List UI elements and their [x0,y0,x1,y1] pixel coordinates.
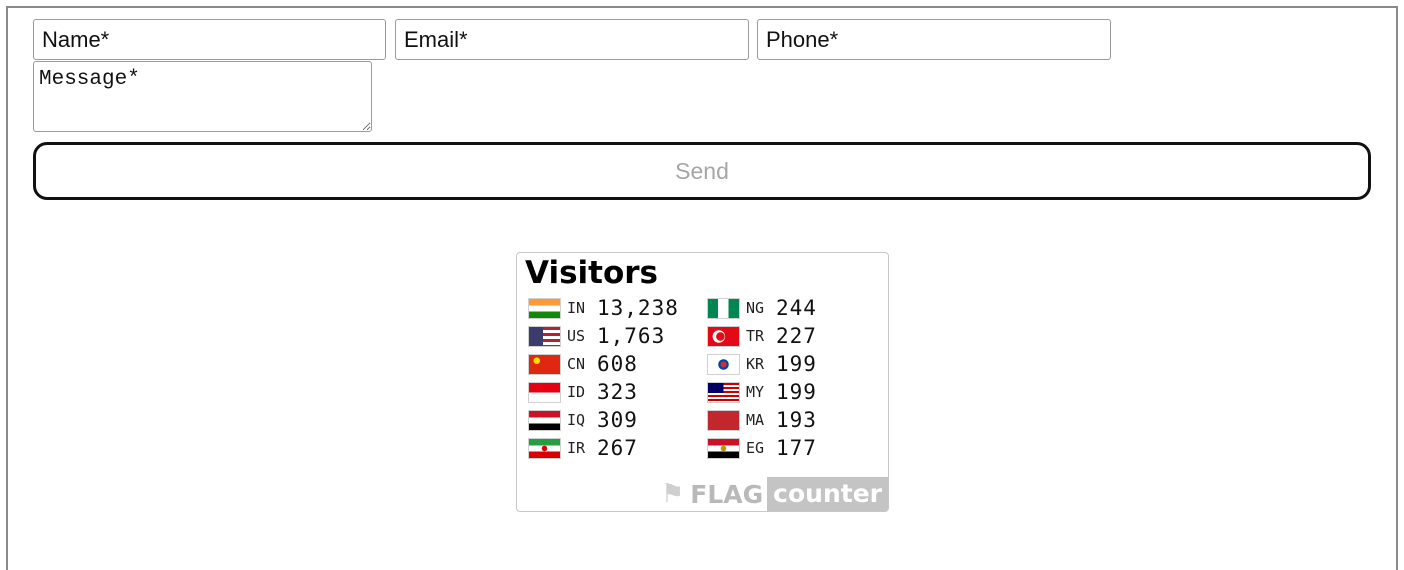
indonesia-flag-icon [528,381,561,403]
egypt-flag-icon [707,437,740,459]
south-korea-flag-icon [707,353,740,375]
nigeria-flag-icon [707,297,740,319]
visitor-count: 193 [776,408,817,432]
logo-counter-text: counter [767,477,888,511]
country-row: NG 244 [707,294,817,322]
email-field[interactable] [395,19,749,60]
message-field[interactable] [33,61,372,132]
country-row: IQ 309 [528,406,679,434]
country-row: MA 193 [707,406,817,434]
morocco-flag-icon [707,409,740,431]
country-row: IR 267 [528,434,679,462]
visitor-count: 199 [776,380,817,404]
china-flag-icon [528,353,561,375]
visitor-count: 177 [776,436,817,460]
visitor-count: 227 [776,324,817,348]
usa-flag-icon [528,325,561,347]
visitor-count: 1,763 [597,324,666,348]
visitor-count: 323 [597,380,638,404]
flag-counter-logo-icon: ⚑ [660,479,685,509]
country-code: MA [746,411,765,429]
visitor-count: 608 [597,352,638,376]
visitor-count: 309 [597,408,638,432]
turkey-flag-icon [707,325,740,347]
country-code: IR [567,439,586,457]
logo-flag-text: FLAG [690,479,764,509]
country-code: US [567,327,586,345]
country-row: IN 13,238 [528,294,679,322]
iraq-flag-icon [528,409,561,431]
visitor-count: 244 [776,296,817,320]
country-code: EG [746,439,765,457]
visitor-count: 199 [776,352,817,376]
flag-counter-logo[interactable]: ⚑ FLAG counter [638,477,888,511]
country-row: MY 199 [707,378,817,406]
country-row: CN 608 [528,350,679,378]
iran-flag-icon [528,437,561,459]
country-code: IN [567,299,586,317]
visitor-count: 13,238 [597,296,679,320]
country-row: US 1,763 [528,322,679,350]
flag-counter-title: Visitors [525,255,659,291]
flag-counter-right-column: NG 244 TR 227 KR 199 MY 199 MA 193 EG 17… [707,294,817,462]
country-code: NG [746,299,765,317]
country-row: KR 199 [707,350,817,378]
country-code: TR [746,327,765,345]
country-row: TR 227 [707,322,817,350]
country-code: ID [567,383,586,401]
visitor-count: 267 [597,436,638,460]
flag-counter-widget[interactable]: Visitors IN 13,238 US 1,763 CN 608 ID 32… [516,252,889,512]
send-button[interactable]: Send [33,142,1371,200]
country-row: EG 177 [707,434,817,462]
flag-counter-left-column: IN 13,238 US 1,763 CN 608 ID 323 IQ 309 … [528,294,679,462]
country-code: KR [746,355,765,373]
country-code: IQ [567,411,586,429]
name-field[interactable] [33,19,386,60]
malaysia-flag-icon [707,381,740,403]
phone-field[interactable] [757,19,1111,60]
india-flag-icon [528,297,561,319]
country-code: CN [567,355,586,373]
country-row: ID 323 [528,378,679,406]
country-code: MY [746,383,765,401]
